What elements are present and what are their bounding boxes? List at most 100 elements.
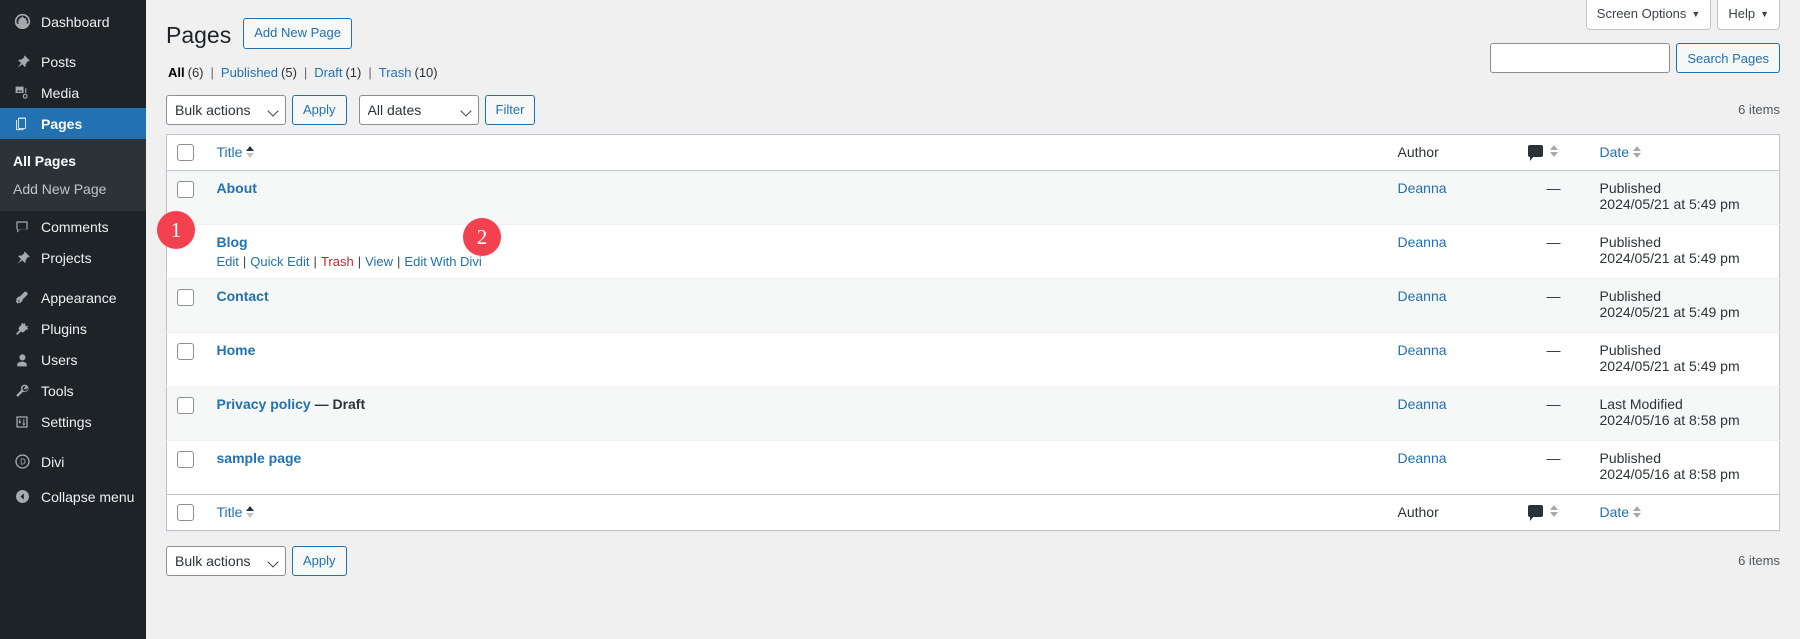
collapse-menu-button[interactable]: Collapse menu [0,481,146,512]
sidebar-item-label: Users [41,351,78,368]
pin-icon [12,248,32,268]
row-checkbox[interactable] [177,288,194,306]
add-new-page-button[interactable]: Add New Page [243,17,352,50]
annotation-marker-1: 1 [157,211,195,249]
page-title-link[interactable]: Contact [217,288,269,304]
author-link[interactable]: Deanna [1398,450,1447,466]
row-date-cell: Published 2024/05/21 at 5:49 pm [1589,223,1780,279]
select-all-checkbox-bottom[interactable] [177,504,194,522]
sort-date-link-top[interactable]: Date [1600,144,1642,160]
column-header-author: Author [1387,134,1518,171]
column-header-comments [1517,134,1590,171]
page-title-link[interactable]: sample page [217,450,302,466]
sidebar-item-dashboard[interactable]: Dashboard [0,6,146,37]
sidebar-item-divi[interactable]: Divi [0,446,146,477]
apply-button-top[interactable]: Apply [292,94,347,125]
items-count-top: 6 items [1738,102,1780,118]
sidebar-item-pages[interactable]: Pages [0,108,154,139]
apply-button-bottom[interactable]: Apply [292,545,347,576]
sidebar-item-label: Divi [41,453,65,470]
sidebar-item-plugins[interactable]: Plugins [0,313,146,344]
row-author-cell: Deanna [1387,169,1518,225]
sidebar-item-label: Plugins [41,320,87,337]
author-link[interactable]: Deanna [1398,288,1447,304]
sidebar-item-comments[interactable]: Comments [0,211,146,242]
date-status: Last Modified [1599,395,1683,412]
filter-link-trash[interactable]: Trash [379,65,412,80]
author-link[interactable]: Deanna [1398,342,1447,358]
sort-indicator-icon[interactable] [1549,505,1558,518]
author-link[interactable]: Deanna [1398,234,1447,250]
sort-title-link-bottom[interactable]: Title [217,504,255,520]
page-title-link[interactable]: Blog [217,234,248,250]
main-content: Screen Options ▼ Help ▼ Pages Add New Page… [146,0,1800,639]
sort-indicator-icon[interactable] [1549,145,1558,158]
sidebar-item-posts[interactable]: Posts [0,46,146,77]
row-checkbox[interactable] [177,180,194,198]
select-all-header [166,134,207,171]
sort-date-link-bottom[interactable]: Date [1600,504,1642,520]
date-status: Published [1599,341,1662,358]
row-comments-cell: — [1517,439,1590,495]
author-link[interactable]: Deanna [1398,396,1447,412]
submenu-item-all-pages[interactable]: All Pages [0,147,146,175]
row-title-cell: Blog Edit | Quick Edit | Trash | View | Edit Wit… [206,223,1388,279]
sort-indicator-icon [246,506,255,519]
filter-button[interactable]: Filter [484,94,536,125]
sort-title-link-top[interactable]: Title [217,144,255,160]
row-actions: Edit | Quick Edit | Trash | View | Edit With Div… [217,254,1378,269]
row-checkbox[interactable] [177,396,194,414]
search-input[interactable] [1490,43,1671,73]
search-pages-button[interactable]: Search Pages [1676,43,1780,73]
comment-icon [12,217,32,237]
row-title-cell: Home [206,331,1388,387]
sidebar-item-users[interactable]: Users [0,344,146,375]
row-action-separator: | [242,253,247,269]
column-label-title: Title [216,144,243,161]
submenu-item-add-new-page[interactable]: Add New Page [0,175,146,203]
items-count-bottom: 6 items [1738,553,1780,569]
author-link[interactable]: Deanna [1398,180,1447,196]
date-filter-select[interactable]: All dates [358,94,479,125]
select-all-checkbox-top[interactable] [177,144,194,162]
help-label: Help [1728,6,1756,21]
sidebar-item-tools[interactable]: Tools [0,375,146,406]
row-checkbox[interactable] [177,450,194,468]
dashboard-icon [12,12,32,32]
filter-link-published[interactable]: Published [221,65,278,80]
admin-sidebar: Dashboard Posts Media Pages All Pages Ad… [0,0,154,639]
row-date-cell: Published 2024/05/21 at 5:49 pm [1589,169,1780,225]
sidebar-item-media[interactable]: Media [0,77,146,108]
tablenav-top: Bulk actions Apply All dates Filter 6 it… [166,94,1780,126]
filter-link-all[interactable]: All [168,65,185,80]
filter-link-draft[interactable]: Draft [314,65,342,80]
row-action-edit-with-divi[interactable]: Edit With Divi [404,254,481,269]
sort-indicator-icon [246,146,255,159]
bulk-actions-select-bottom[interactable]: Bulk actions [166,545,286,576]
bulk-actions-select[interactable]: Bulk actions [166,94,286,125]
screen-meta-links: Screen Options ▼ Help ▼ [1585,0,1780,31]
row-checkbox[interactable] [177,342,194,360]
page-title-link[interactable]: Privacy policy [217,396,311,412]
table-row: sample page Deanna — Published 2024/05/1… [166,439,1780,495]
page-title-link[interactable]: About [217,180,257,196]
collapse-arrow-icon [12,487,32,507]
comment-bubble-icon [1527,145,1543,162]
page-title-link[interactable]: Home [217,342,256,358]
row-action-edit[interactable]: Edit [217,254,239,269]
row-action-quick-edit[interactable]: Quick Edit [250,254,309,269]
column-label-title: Title [216,504,243,521]
sidebar-item-appearance[interactable]: Appearance [0,282,146,313]
sidebar-item-projects[interactable]: Projects [0,242,146,273]
row-action-trash[interactable]: Trash [321,254,354,269]
row-comments-cell: — [1517,277,1590,333]
row-action-view[interactable]: View [365,254,393,269]
column-label-date: Date [1599,504,1630,521]
page-title: Pages [166,22,232,48]
sidebar-item-settings[interactable]: Settings [0,406,146,437]
help-button[interactable]: Help ▼ [1717,0,1780,31]
column-footer-author: Author [1387,493,1518,531]
screen-options-button[interactable]: Screen Options ▼ [1585,0,1712,31]
submenu-label: All Pages [13,153,77,169]
bulk-actions-select-wrap-bottom: Bulk actions [166,545,286,576]
